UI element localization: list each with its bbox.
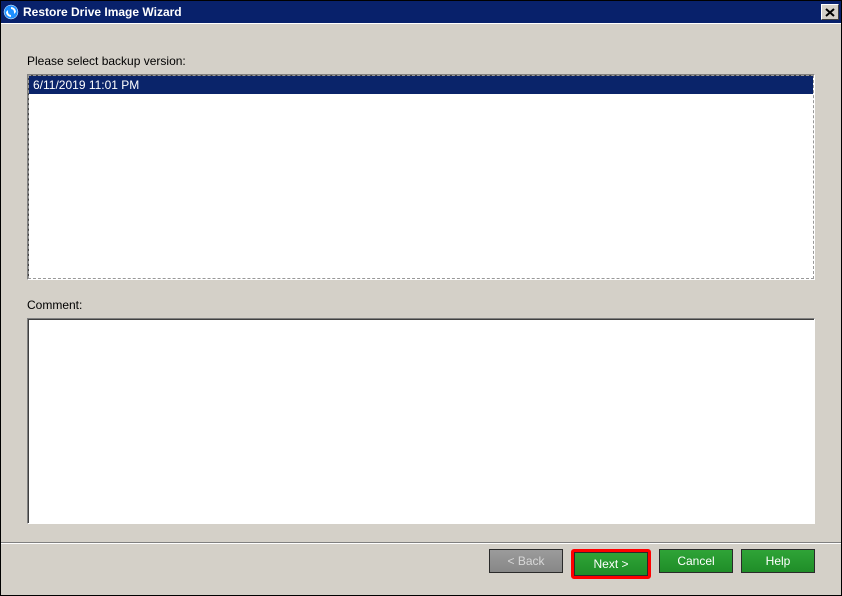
back-button: < Back: [489, 549, 563, 573]
select-backup-label: Please select backup version:: [27, 54, 815, 68]
comment-label: Comment:: [27, 298, 815, 312]
close-button[interactable]: [821, 4, 839, 20]
titlebar: Restore Drive Image Wizard: [1, 1, 841, 23]
cancel-button[interactable]: Cancel: [659, 549, 733, 573]
backup-version-list[interactable]: 6/11/2019 11:01 PM: [27, 74, 815, 280]
content-area: Please select backup version: 6/11/2019 …: [1, 23, 841, 542]
backup-version-item[interactable]: 6/11/2019 11:01 PM: [29, 76, 813, 94]
button-row: < Back Next > Cancel Help: [1, 542, 841, 595]
help-button[interactable]: Help: [741, 549, 815, 573]
comment-textarea[interactable]: [27, 318, 815, 524]
window-title: Restore Drive Image Wizard: [23, 5, 821, 19]
next-button[interactable]: Next >: [574, 552, 648, 576]
next-button-highlight: Next >: [571, 549, 651, 579]
app-icon: [3, 4, 19, 20]
wizard-window: Restore Drive Image Wizard Please select…: [0, 0, 842, 596]
close-icon: [825, 8, 835, 17]
